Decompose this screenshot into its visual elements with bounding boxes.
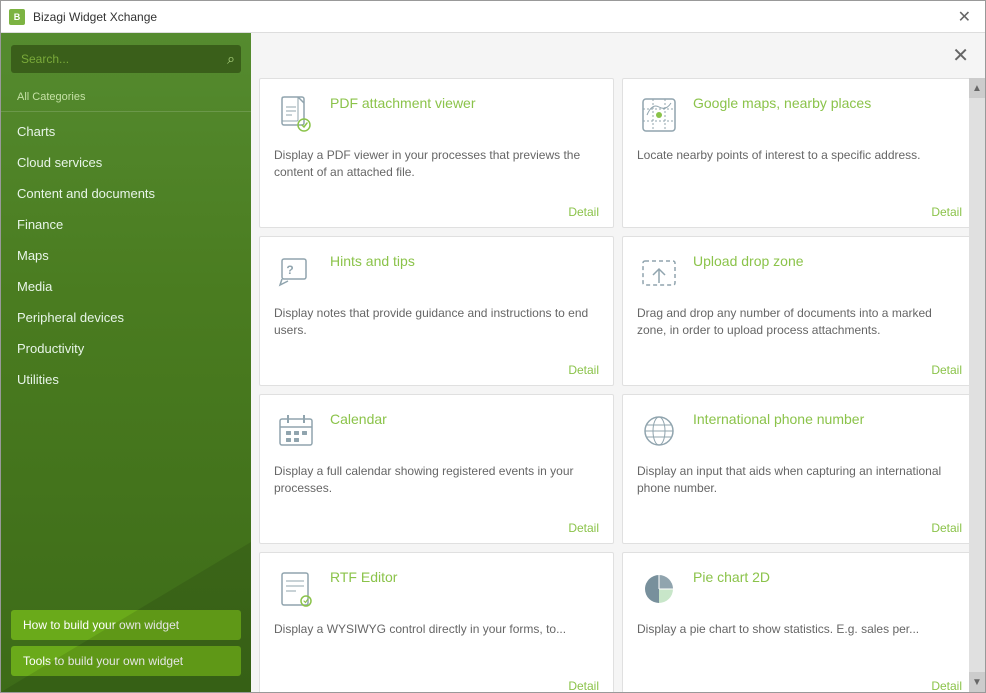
window-title: Bizagi Widget Xchange [33,10,157,24]
sidebar-item-utilities[interactable]: Utilities [1,364,251,395]
widget-header: Google maps, nearby places [637,93,962,137]
widget-footer: Detail [274,673,599,692]
sidebar-item-productivity[interactable]: Productivity [1,333,251,364]
widget-card-rtf-editor[interactable]: RTF Editor Display a WYSIWYG control dir… [259,552,614,692]
sidebar-nav: ChartsCloud servicesContent and document… [1,116,251,602]
detail-link-pie-chart[interactable]: Detail [931,679,962,692]
sidebar-item-peripheral[interactable]: Peripheral devices [1,302,251,333]
app-icon: B [9,9,25,25]
widget-header: ? Hints and tips [274,251,599,295]
sidebar-item-finance[interactable]: Finance [1,209,251,240]
sidebar-btn-how-to[interactable]: How to build your own widget [11,610,241,640]
detail-link-google-maps[interactable]: Detail [931,205,962,219]
main-header: ✕ [251,33,985,78]
sidebar-item-cloud-services[interactable]: Cloud services [1,147,251,178]
widget-title-rtf-editor: RTF Editor [330,567,397,585]
widget-header: Calendar [274,409,599,453]
widget-desc-hints-tips: Display notes that provide guidance and … [274,305,599,357]
widget-title-upload-drop: Upload drop zone [693,251,804,269]
sidebar-item-charts[interactable]: Charts [1,116,251,147]
pie-icon [637,567,681,611]
widget-footer: Detail [274,357,599,377]
search-input[interactable] [11,45,241,73]
widget-footer: Detail [274,199,599,219]
widget-desc-intl-phone: Display an input that aids when capturin… [637,463,962,515]
detail-link-calendar[interactable]: Detail [568,521,599,535]
widget-card-intl-phone[interactable]: International phone number Display an in… [622,394,977,544]
widget-footer: Detail [637,199,962,219]
sidebar-item-maps[interactable]: Maps [1,240,251,271]
widget-header: Upload drop zone [637,251,962,295]
widget-desc-pie-chart: Display a pie chart to show statistics. … [637,621,962,673]
widget-desc-pdf-attachment: Display a PDF viewer in your processes t… [274,147,599,199]
widget-footer: Detail [637,673,962,692]
content-area: ⌕ All Categories ChartsCloud servicesCon… [1,33,985,692]
scroll-down-arrow[interactable]: ▼ [969,672,985,692]
widget-title-google-maps: Google maps, nearby places [693,93,871,111]
title-bar-close-button[interactable]: ✕ [952,5,977,29]
pdf-icon [274,93,318,137]
widgets-scroll[interactable]: PDF attachment viewer Display a PDF view… [251,78,985,692]
scroll-up-arrow[interactable]: ▲ [969,78,985,98]
maps-icon [637,93,681,137]
main-window: B Bizagi Widget Xchange ✕ ⌕ All Categori… [0,0,986,693]
widget-title-pie-chart: Pie chart 2D [693,567,770,585]
sidebar: ⌕ All Categories ChartsCloud servicesCon… [1,33,251,692]
widget-footer: Detail [637,357,962,377]
widget-header: Pie chart 2D [637,567,962,611]
phone-icon [637,409,681,453]
detail-link-rtf-editor[interactable]: Detail [568,679,599,692]
hints-icon: ? [274,251,318,295]
widget-title-pdf-attachment: PDF attachment viewer [330,93,476,111]
widget-title-hints-tips: Hints and tips [330,251,415,269]
scroll-arrows: ▲ ▼ [969,78,985,692]
widget-card-pie-chart[interactable]: Pie chart 2D Display a pie chart to show… [622,552,977,692]
widget-footer: Detail [637,515,962,535]
svg-text:?: ? [286,263,293,277]
widget-card-pdf-attachment[interactable]: PDF attachment viewer Display a PDF view… [259,78,614,228]
sidebar-btn-tools[interactable]: Tools to build your own widget [11,646,241,676]
widget-header: International phone number [637,409,962,453]
widget-title-calendar: Calendar [330,409,387,427]
widget-desc-calendar: Display a full calendar showing register… [274,463,599,515]
sidebar-item-media[interactable]: Media [1,271,251,302]
widget-header: PDF attachment viewer [274,93,599,137]
widget-card-google-maps[interactable]: Google maps, nearby places Locate nearby… [622,78,977,228]
detail-link-hints-tips[interactable]: Detail [568,363,599,377]
widget-card-upload-drop[interactable]: Upload drop zone Drag and drop any numbe… [622,236,977,386]
main-close-button[interactable]: ✕ [946,41,975,70]
title-bar: B Bizagi Widget Xchange ✕ [1,1,985,33]
search-icon[interactable]: ⌕ [227,51,235,68]
sidebar-section-label: All Categories [1,85,251,112]
detail-link-upload-drop[interactable]: Detail [931,363,962,377]
sidebar-bottom: How to build your own widget Tools to bui… [1,602,251,684]
widget-header: RTF Editor [274,567,599,611]
title-bar-left: B Bizagi Widget Xchange [9,9,157,25]
widget-desc-google-maps: Locate nearby points of interest to a sp… [637,147,962,199]
widget-card-hints-tips[interactable]: ? Hints and tips Display notes that prov… [259,236,614,386]
widget-desc-upload-drop: Drag and drop any number of documents in… [637,305,962,357]
calendar-icon [274,409,318,453]
scroll-container: PDF attachment viewer Display a PDF view… [251,78,985,692]
sidebar-item-content-docs[interactable]: Content and documents [1,178,251,209]
upload-icon [637,251,681,295]
detail-link-intl-phone[interactable]: Detail [931,521,962,535]
widget-desc-rtf-editor: Display a WYSIWYG control directly in yo… [274,621,599,673]
search-box: ⌕ [11,45,241,73]
rtf-icon [274,567,318,611]
main-content: ✕ PDF attachment viewer Display a PDF vi… [251,33,985,692]
widget-card-calendar[interactable]: Calendar Display a full calendar showing… [259,394,614,544]
detail-link-pdf-attachment[interactable]: Detail [568,205,599,219]
widgets-grid: PDF attachment viewer Display a PDF view… [259,78,977,692]
widget-footer: Detail [274,515,599,535]
widget-title-intl-phone: International phone number [693,409,864,427]
